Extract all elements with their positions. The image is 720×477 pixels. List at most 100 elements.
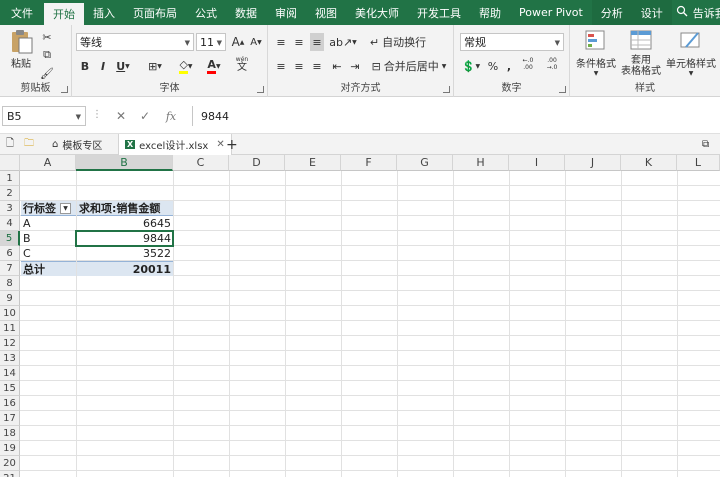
tell-me-search[interactable]: 告诉我你想 bbox=[676, 0, 720, 25]
tab-view[interactable]: 视图 bbox=[306, 0, 346, 25]
add-tab-button[interactable]: + bbox=[226, 134, 238, 155]
row-header-1[interactable]: 1 bbox=[0, 171, 20, 186]
pivot-total-value[interactable]: 20011 bbox=[77, 261, 173, 276]
wrap-text-button[interactable]: ↵ 自动换行 bbox=[368, 33, 428, 51]
template-tab[interactable]: ⌂ 模板专区 bbox=[52, 134, 102, 155]
cancel-icon[interactable]: ✕ bbox=[112, 108, 130, 124]
row-header-13[interactable]: 13 bbox=[0, 351, 20, 366]
filter-dropdown-icon[interactable]: ▼ bbox=[60, 202, 71, 214]
column-header-i[interactable]: I bbox=[509, 155, 565, 171]
tab-design[interactable]: 设计 bbox=[631, 0, 672, 25]
new-file-icon[interactable]: 🗋 bbox=[6, 134, 20, 155]
tab-page-layout[interactable]: 页面布局 bbox=[124, 0, 186, 25]
increase-indent-icon[interactable]: ⇥ bbox=[348, 57, 362, 75]
tab-help[interactable]: 帮助 bbox=[470, 0, 510, 25]
window-restore-icon[interactable]: ⧉ bbox=[702, 134, 709, 155]
tab-developer[interactable]: 开发工具 bbox=[408, 0, 470, 25]
row-header-16[interactable]: 16 bbox=[0, 396, 20, 411]
row-header-18[interactable]: 18 bbox=[0, 426, 20, 441]
row-header-14[interactable]: 14 bbox=[0, 366, 20, 381]
column-header-j[interactable]: J bbox=[565, 155, 621, 171]
copy-icon[interactable]: ⧉ bbox=[40, 46, 54, 64]
number-format-dropdown[interactable]: 常规 ▼ bbox=[460, 33, 564, 51]
decrease-indent-icon[interactable]: ⇤ bbox=[330, 57, 344, 75]
pivot-item-value[interactable]: 6645 bbox=[77, 216, 173, 231]
row-header-4[interactable]: 4 bbox=[0, 216, 20, 231]
fill-color-icon[interactable]: ◇ ▼ bbox=[174, 57, 198, 75]
align-right-icon[interactable]: ≡ bbox=[310, 57, 324, 75]
formula-bar-splitter-icon[interactable]: ⋮ bbox=[92, 109, 102, 120]
tab-analyze[interactable]: 分析 bbox=[591, 0, 632, 25]
pivot-item-value[interactable]: 3522 bbox=[77, 246, 173, 261]
font-name-dropdown[interactable]: 等线 ▼ bbox=[76, 33, 194, 51]
comma-button[interactable]: , bbox=[504, 57, 514, 75]
merge-center-button[interactable]: ⊟ 合并后居中 ▼ bbox=[368, 57, 450, 75]
column-header-a[interactable]: A bbox=[20, 155, 76, 171]
tab-power-pivot[interactable]: Power Pivot bbox=[510, 0, 592, 25]
grow-font-button[interactable]: A ▲ bbox=[230, 33, 246, 51]
column-header-f[interactable]: F bbox=[341, 155, 397, 171]
accounting-format-icon[interactable]: 💲 ▼ bbox=[460, 57, 482, 75]
column-header-d[interactable]: D bbox=[229, 155, 285, 171]
row-header-20[interactable]: 20 bbox=[0, 456, 20, 471]
italic-button[interactable]: I bbox=[96, 57, 110, 75]
tab-review[interactable]: 审阅 bbox=[266, 0, 306, 25]
row-header-6[interactable]: 6 bbox=[0, 246, 20, 261]
align-center-icon[interactable]: ≡ bbox=[292, 57, 306, 75]
row-header-19[interactable]: 19 bbox=[0, 441, 20, 456]
tab-insert[interactable]: 插入 bbox=[84, 0, 124, 25]
conditional-format-button[interactable]: 条件格式 ▼ bbox=[572, 29, 620, 77]
align-middle-icon[interactable]: ≡ bbox=[292, 33, 306, 51]
decrease-decimal-button[interactable]: .00 →.0 bbox=[542, 55, 562, 73]
open-folder-icon[interactable]: 🗀 bbox=[24, 134, 40, 155]
align-left-icon[interactable]: ≡ bbox=[274, 57, 288, 75]
pivot-item-label[interactable]: C bbox=[21, 246, 76, 261]
column-header-k[interactable]: K bbox=[621, 155, 677, 171]
pivot-total-label[interactable]: 总计 bbox=[21, 261, 76, 276]
select-all-corner[interactable] bbox=[0, 155, 20, 171]
row-header-12[interactable]: 12 bbox=[0, 336, 20, 351]
pivot-row-label-header[interactable]: 行标签 ▼ bbox=[21, 201, 76, 216]
tab-data[interactable]: 数据 bbox=[226, 0, 266, 25]
row-header-3[interactable]: 3 bbox=[0, 201, 20, 216]
column-header-e[interactable]: E bbox=[285, 155, 341, 171]
worksheet-grid[interactable]: A B C D E F G H I J K L 1 2 3 4 5 6 7 8 … bbox=[0, 155, 720, 477]
tab-formulas[interactable]: 公式 bbox=[186, 0, 226, 25]
border-icon[interactable]: ⊞ ▼ bbox=[144, 57, 166, 75]
underline-button[interactable]: U ▼ bbox=[112, 57, 134, 75]
column-header-l[interactable]: L bbox=[677, 155, 720, 171]
column-header-c[interactable]: C bbox=[173, 155, 229, 171]
shrink-font-button[interactable]: A ▼ bbox=[248, 33, 264, 51]
row-header-10[interactable]: 10 bbox=[0, 306, 20, 321]
tab-beautify[interactable]: 美化大师 bbox=[346, 0, 408, 25]
tab-home[interactable]: 开始 bbox=[44, 3, 84, 25]
cut-icon[interactable]: ✂ bbox=[40, 28, 54, 46]
font-size-dropdown[interactable]: 11 ▼ bbox=[196, 33, 226, 51]
column-header-h[interactable]: H bbox=[453, 155, 509, 171]
pivot-sum-header[interactable]: 求和项:销售金额 bbox=[77, 201, 173, 216]
row-header-17[interactable]: 17 bbox=[0, 411, 20, 426]
align-bottom-icon[interactable]: ≡ bbox=[310, 33, 324, 51]
increase-decimal-button[interactable]: ←.0 .00 bbox=[518, 55, 538, 73]
row-header-11[interactable]: 11 bbox=[0, 321, 20, 336]
name-box[interactable]: B5 ▼ bbox=[2, 106, 86, 126]
row-header-9[interactable]: 9 bbox=[0, 291, 20, 306]
font-color-icon[interactable]: A ▼ bbox=[202, 57, 226, 75]
align-top-icon[interactable]: ≡ bbox=[274, 33, 288, 51]
tab-file[interactable]: 文件 bbox=[0, 0, 44, 25]
clipboard-launcher-icon[interactable] bbox=[61, 86, 68, 93]
paste-button[interactable]: 粘贴 bbox=[6, 29, 36, 70]
pivot-item-label[interactable]: A bbox=[21, 216, 76, 231]
enter-icon[interactable]: ✓ bbox=[136, 108, 154, 124]
cell-styles-button[interactable]: 单元格样式 ▼ bbox=[664, 29, 718, 77]
row-header-2[interactable]: 2 bbox=[0, 186, 20, 201]
percent-button[interactable]: % bbox=[486, 57, 500, 75]
file-tab[interactable]: X excel设计.xlsx ✕ bbox=[118, 134, 232, 155]
orientation-icon[interactable]: ab↗ ▼ bbox=[329, 33, 357, 51]
column-header-g[interactable]: G bbox=[397, 155, 453, 171]
row-header-21[interactable]: 21 bbox=[0, 471, 20, 477]
row-header-5[interactable]: 5 bbox=[0, 231, 20, 246]
row-header-15[interactable]: 15 bbox=[0, 381, 20, 396]
row-header-8[interactable]: 8 bbox=[0, 276, 20, 291]
phonetic-icon[interactable]: wén 文 bbox=[230, 55, 254, 73]
